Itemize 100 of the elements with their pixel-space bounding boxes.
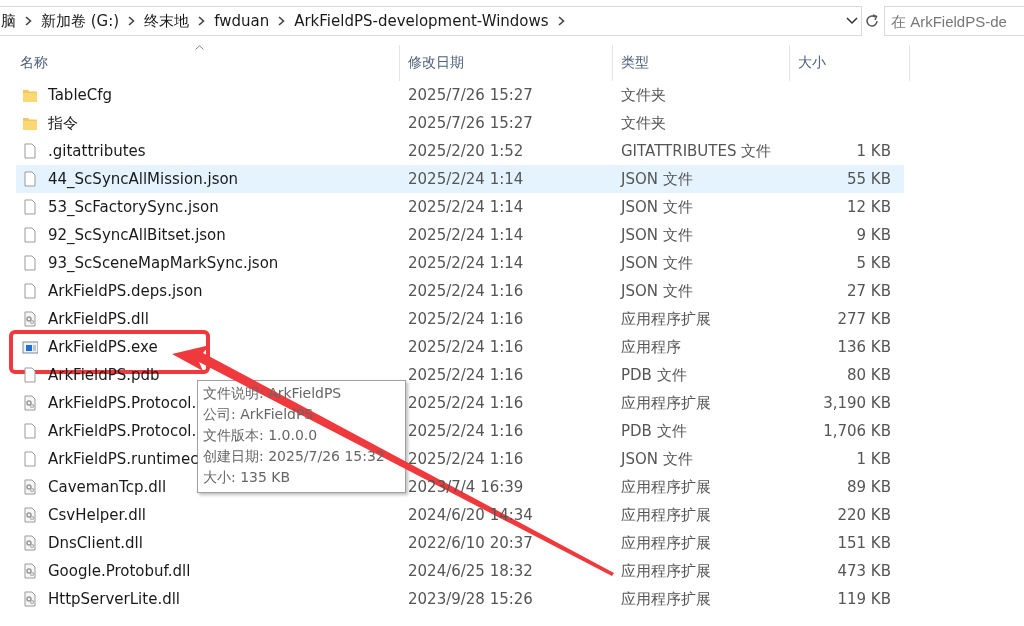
modified-date: 2025/2/24 1:14 xyxy=(408,226,524,244)
file-size: 9 KB xyxy=(856,226,891,244)
breadcrumb-item[interactable]: ArkFieldPS-development-Windows xyxy=(294,12,549,30)
file-icon xyxy=(22,451,38,467)
file-size: 55 KB xyxy=(847,170,891,188)
modified-date: 2025/2/24 1:14 xyxy=(408,170,524,188)
file-type: 应用程序扩展 xyxy=(621,309,711,328)
modified-date: 2025/2/24 1:16 xyxy=(408,450,524,468)
column-header[interactable]: 大小 xyxy=(790,45,910,81)
file-icon xyxy=(22,367,38,383)
tooltip-line: 创建日期: 2025/7/26 15:32 xyxy=(203,447,386,466)
column-header[interactable]: 类型 xyxy=(613,45,790,81)
gear-file-icon xyxy=(22,311,38,327)
file-size: 1,706 KB xyxy=(823,422,891,440)
file-name: ArkFieldPS.Protocol. xyxy=(48,394,197,412)
modified-date: 2023/9/28 15:26 xyxy=(408,590,533,608)
modified-date: 2024/6/25 18:32 xyxy=(408,562,533,580)
file-type: 应用程序扩展 xyxy=(621,393,711,412)
breadcrumb-item[interactable]: fwduan xyxy=(214,12,270,30)
file-size: 473 KB xyxy=(837,562,891,580)
file-icon xyxy=(22,283,38,299)
file-type: 文件夹 xyxy=(621,85,666,104)
file-icon xyxy=(22,199,38,215)
modified-date: 2025/2/24 1:16 xyxy=(408,282,524,300)
modified-date: 2022/6/10 20:37 xyxy=(408,534,533,552)
refresh-icon[interactable] xyxy=(864,13,880,29)
breadcrumb-item[interactable]: 脑 xyxy=(1,11,16,31)
tooltip-line: 文件版本: 1.0.0.0 xyxy=(203,426,319,445)
file-type: JSON 文件 xyxy=(621,169,693,188)
file-type: GITATTRIBUTES 文件 xyxy=(621,141,772,160)
modified-date: 2025/2/24 1:16 xyxy=(408,338,524,356)
gear-file-icon xyxy=(22,535,38,551)
file-type: 文件夹 xyxy=(621,113,666,132)
file-name: 指令 xyxy=(48,113,78,133)
modified-date: 2025/2/24 1:14 xyxy=(408,198,524,216)
file-type: 应用程序扩展 xyxy=(621,561,711,580)
file-type: JSON 文件 xyxy=(621,225,693,244)
file-type: JSON 文件 xyxy=(621,253,693,272)
gear-file-icon xyxy=(22,479,38,495)
file-name: TableCfg xyxy=(48,86,113,104)
file-icon xyxy=(22,143,38,159)
modified-date: 2025/2/24 1:16 xyxy=(408,394,524,412)
file-size: 3,190 KB xyxy=(823,394,891,412)
file-type: 应用程序扩展 xyxy=(621,505,711,524)
column-header[interactable]: 修改日期 xyxy=(400,45,613,81)
chevron-icon[interactable] xyxy=(128,16,136,26)
file-icon xyxy=(22,255,38,271)
file-size: 119 KB xyxy=(837,590,891,608)
file-size: 220 KB xyxy=(837,506,891,524)
modified-date: 2025/7/26 15:27 xyxy=(408,86,533,104)
chevron-icon[interactable] xyxy=(198,16,206,26)
column-header[interactable]: 名称 xyxy=(0,45,400,81)
gear-file-icon xyxy=(22,395,38,411)
file-type: PDB 文件 xyxy=(621,421,687,440)
file-name: DnsClient.dll xyxy=(48,534,143,552)
file-type: 应用程序扩展 xyxy=(621,589,711,608)
gear-file-icon xyxy=(22,591,38,607)
file-size: 136 KB xyxy=(837,338,891,356)
file-icon xyxy=(22,227,38,243)
file-type: JSON 文件 xyxy=(621,281,693,300)
file-size: 151 KB xyxy=(837,534,891,552)
search-field[interactable]: 在 ArkFieldPS-de xyxy=(884,6,1024,36)
file-size: 27 KB xyxy=(847,282,891,300)
file-type: 应用程序 xyxy=(621,337,681,356)
file-type: JSON 文件 xyxy=(621,449,693,468)
file-name: ArkFieldPS.dll xyxy=(48,310,149,328)
file-type: 应用程序扩展 xyxy=(621,533,711,552)
hovered-row[interactable]: 44_ScSyncAllMission.json 2025/2/24 1:14 JSON 文件 55 KB xyxy=(16,165,904,193)
breadcrumb-item[interactable]: 终末地 xyxy=(144,11,190,31)
gear-file-icon xyxy=(22,507,38,523)
modified-date: 2025/2/24 1:16 xyxy=(408,422,524,440)
file-name: Google.Protobuf.dll xyxy=(48,562,191,580)
folder-icon xyxy=(22,87,38,103)
dropdown-caret-icon[interactable] xyxy=(846,17,858,25)
chevron-icon[interactable] xyxy=(278,16,286,26)
file-name: 92_ScSyncAllBitset.json xyxy=(48,226,226,244)
file-name: ArkFieldPS.Protocol. xyxy=(48,422,197,440)
file-name: 93_ScSceneMapMarkSync.json xyxy=(48,254,279,272)
chevron-icon[interactable] xyxy=(25,16,32,26)
file-size: 80 KB xyxy=(847,366,891,384)
modified-date: 2025/2/24 1:16 xyxy=(408,366,524,384)
breadcrumb-item[interactable]: 新加卷 (G:) xyxy=(41,11,120,31)
window-app-icon xyxy=(22,339,38,355)
file-icon xyxy=(22,171,38,187)
address-bar[interactable]: 脑 新加卷 (G:) 终末地 fwduan ArkFieldPS-development-Windows xyxy=(0,6,862,36)
file-size: 89 KB xyxy=(847,478,891,496)
file-name: CavemanTcp.dll xyxy=(48,478,167,496)
file-name: CsvHelper.dll xyxy=(48,506,146,524)
file-name: 53_ScFactorySync.json xyxy=(48,198,219,216)
file-size: 1 KB xyxy=(856,450,891,468)
modified-date: 2025/2/20 1:52 xyxy=(408,142,524,160)
sort-caret-icon xyxy=(194,45,204,50)
file-type: PDB 文件 xyxy=(621,365,687,384)
file-type: 应用程序扩展 xyxy=(621,477,711,496)
modified-date: 2025/7/26 15:27 xyxy=(408,114,533,132)
chevron-icon[interactable] xyxy=(557,16,565,26)
modified-date: 2025/2/24 1:16 xyxy=(408,310,524,328)
file-name: ArkFieldPS.exe xyxy=(48,338,158,356)
file-icon xyxy=(22,423,38,439)
file-type: JSON 文件 xyxy=(621,197,693,216)
